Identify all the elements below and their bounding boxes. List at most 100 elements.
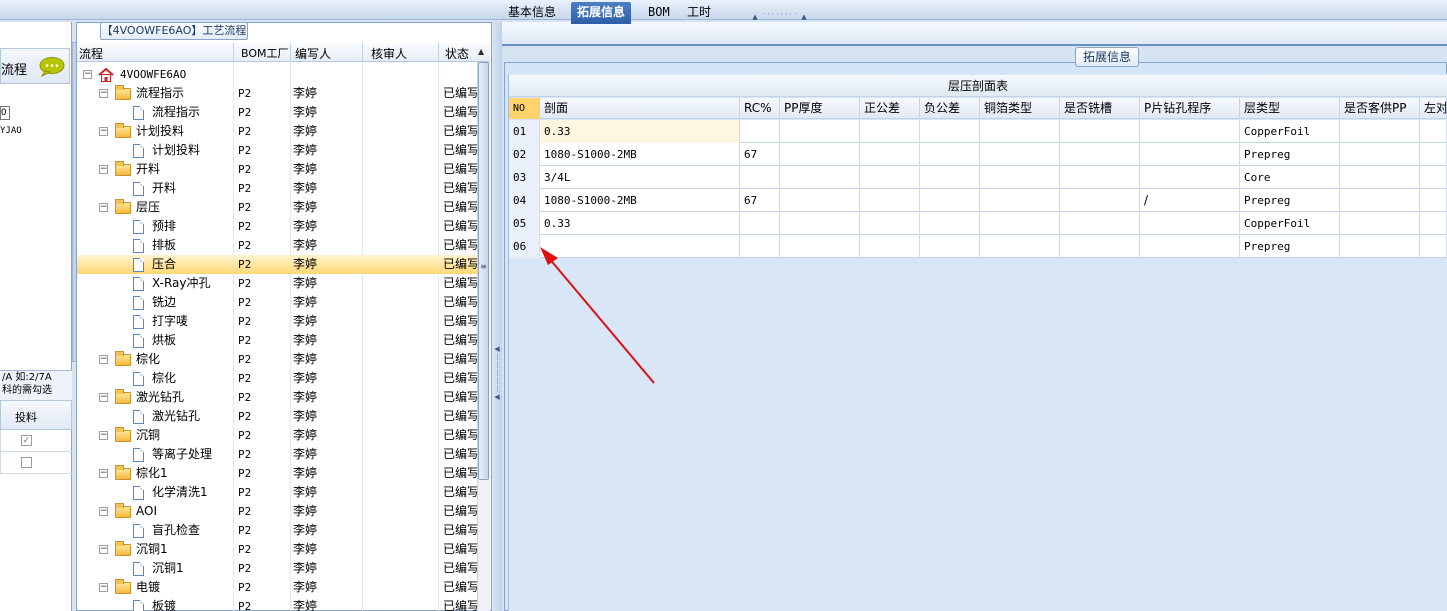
tree-row[interactable]: − 流程指示 P2 李婷 已编写	[77, 84, 477, 103]
grid-cell-rc[interactable]	[740, 212, 780, 235]
grid-cell-copper-type[interactable]	[980, 143, 1060, 166]
collapse-icon[interactable]: −	[99, 127, 108, 136]
tree-row[interactable]: 激光钻孔 P2 李婷 已编写	[77, 407, 477, 426]
collapse-icon[interactable]: −	[99, 89, 108, 98]
grid-header-pp-thickness[interactable]: PP厚度	[780, 98, 860, 119]
tree-row[interactable]: 开料 P2 李婷 已编写	[77, 179, 477, 198]
collapse-icon[interactable]: −	[83, 70, 92, 79]
grid-cell-drill-program[interactable]: /	[1140, 189, 1240, 212]
tree-row[interactable]: 化学清洗1 P2 李婷 已编写	[77, 483, 477, 502]
col-header-writer[interactable]: 编写人	[295, 45, 331, 62]
grid-cell-minus-tol[interactable]	[920, 235, 980, 258]
grid-cell-copper-type[interactable]	[980, 235, 1060, 258]
grid-cell-rc[interactable]: 67	[740, 143, 780, 166]
grid-cell-layer-type[interactable]: Prepreg	[1240, 143, 1340, 166]
grid-header-customer-pp[interactable]: 是否客供PP	[1340, 98, 1420, 119]
grid-cell-plus-tol[interactable]	[860, 120, 920, 143]
grid-row[interactable]: 06 Prepreg	[509, 235, 1447, 258]
grid-header-rc[interactable]: RC%	[740, 98, 780, 119]
grid-header-minus-tol[interactable]: 负公差	[920, 98, 980, 119]
tree-row[interactable]: − 激光钻孔 P2 李婷 已编写	[77, 388, 477, 407]
col-header-status[interactable]: 状态	[445, 45, 469, 62]
grid-cell-customer-pp[interactable]	[1340, 120, 1420, 143]
grid-cell-layer-type[interactable]: Core	[1240, 166, 1340, 189]
flow-tab[interactable]: 流程	[0, 48, 70, 84]
grid-cell-drill-program[interactable]	[1140, 235, 1240, 258]
grid-row[interactable]: 05 0.33 CopperFoil	[509, 212, 1447, 235]
grid-cell-left-align[interactable]	[1420, 212, 1447, 235]
tree-row[interactable]: − 电镀 P2 李婷 已编写	[77, 578, 477, 597]
grid-cell-customer-pp[interactable]	[1340, 143, 1420, 166]
grid-cell-pp-thickness[interactable]	[780, 166, 860, 189]
vertical-splitter[interactable]	[492, 22, 502, 611]
tree-row[interactable]: − 沉铜 P2 李婷 已编写	[77, 426, 477, 445]
grid-cell-pp-thickness[interactable]	[780, 143, 860, 166]
grid-cell-milling[interactable]	[1060, 212, 1140, 235]
grid-row[interactable]: 01 0.33 CopperFoil	[509, 120, 1447, 143]
collapse-icon[interactable]: −	[99, 545, 108, 554]
left-input-fragment[interactable]: O	[0, 106, 10, 120]
grid-cell-section[interactable]	[540, 235, 740, 258]
grid-cell-copper-type[interactable]	[980, 166, 1060, 189]
grid-header-section[interactable]: 剖面	[540, 98, 740, 119]
grid-cell-rc[interactable]	[740, 235, 780, 258]
grid-cell-copper-type[interactable]	[980, 120, 1060, 143]
grid-row[interactable]: 03 3/4L Core	[509, 166, 1447, 189]
grid-cell-section[interactable]: 0.33	[540, 120, 740, 143]
grid-cell-plus-tol[interactable]	[860, 235, 920, 258]
grid-cell-minus-tol[interactable]	[920, 189, 980, 212]
splitter-handle-icon[interactable]: ◀ ⋮ ⋮ ⋮ ⋮ ⋮ ◀	[494, 345, 501, 415]
grid-row[interactable]: 04 1080-S1000-2MB 67 /Prepreg	[509, 189, 1447, 212]
tree-row[interactable]: 流程指示 P2 李婷 已编写	[77, 103, 477, 122]
grid-cell-layer-type[interactable]: CopperFoil	[1240, 212, 1340, 235]
tree-row[interactable]: − 计划投料 P2 李婷 已编写	[77, 122, 477, 141]
grid-cell-customer-pp[interactable]	[1340, 212, 1420, 235]
grid-cell-left-align[interactable]	[1420, 143, 1447, 166]
tab-extended-info[interactable]: 拓展信息	[571, 2, 632, 24]
tree-row[interactable]: 预排 P2 李婷 已编写	[77, 217, 477, 236]
tree-row[interactable]: 打字唛 P2 李婷 已编写	[77, 312, 477, 331]
tree-row[interactable]: − 层压 P2 李婷 已编写	[77, 198, 477, 217]
tree-row[interactable]: 铣边 P2 李婷 已编写	[77, 293, 477, 312]
grid-cell-section[interactable]: 1080-S1000-2MB	[540, 189, 740, 212]
grid-cell-customer-pp[interactable]	[1340, 189, 1420, 212]
grid-cell-milling[interactable]	[1060, 143, 1140, 166]
feed-checkbox[interactable]: ✓	[21, 435, 32, 446]
grid-cell-layer-type[interactable]: Prepreg	[1240, 235, 1340, 258]
grid-cell-copper-type[interactable]	[980, 189, 1060, 212]
grid-header-copper-type[interactable]: 铜箔类型	[980, 98, 1060, 119]
grid-cell-plus-tol[interactable]	[860, 189, 920, 212]
collapse-icon[interactable]: −	[99, 583, 108, 592]
grid-cell-minus-tol[interactable]	[920, 120, 980, 143]
tree-row[interactable]: 烘板 P2 李婷 已编写	[77, 331, 477, 350]
grid-cell-customer-pp[interactable]	[1340, 166, 1420, 189]
grid-cell-left-align[interactable]	[1420, 189, 1447, 212]
grid-cell-minus-tol[interactable]	[920, 143, 980, 166]
col-header-factory[interactable]: BOM工厂	[241, 45, 289, 61]
grid-header-no[interactable]: NO	[509, 98, 540, 119]
sort-up-icon[interactable]: ▲	[478, 47, 484, 56]
tree-row[interactable]: 压合 P2 李婷 已编写	[77, 255, 477, 274]
grid-cell-layer-type[interactable]: CopperFoil	[1240, 120, 1340, 143]
tree-row[interactable]: 计划投料 P2 李婷 已编写	[77, 141, 477, 160]
grid-cell-minus-tol[interactable]	[920, 166, 980, 189]
grid-cell-pp-thickness[interactable]	[780, 212, 860, 235]
grid-cell-section[interactable]: 1080-S1000-2MB	[540, 143, 740, 166]
collapse-icon[interactable]: −	[99, 165, 108, 174]
feed-checkbox[interactable]	[21, 457, 32, 468]
grid-cell-pp-thickness[interactable]	[780, 235, 860, 258]
grid-cell-plus-tol[interactable]	[860, 166, 920, 189]
grid-cell-milling[interactable]	[1060, 120, 1140, 143]
chat-bubble-icon[interactable]	[39, 57, 65, 77]
grid-cell-milling[interactable]	[1060, 189, 1140, 212]
grid-cell-section[interactable]: 0.33	[540, 212, 740, 235]
grid-cell-plus-tol[interactable]	[860, 212, 920, 235]
tab-work-hours[interactable]: 工时	[681, 2, 717, 24]
grid-cell-rc[interactable]: 67	[740, 189, 780, 212]
grid-cell-customer-pp[interactable]	[1340, 235, 1420, 258]
tree-row[interactable]: 等离子处理 P2 李婷 已编写	[77, 445, 477, 464]
collapse-icon[interactable]: −	[99, 469, 108, 478]
tab-bom[interactable]: BOM	[642, 2, 676, 24]
grid-cell-layer-type[interactable]: Prepreg	[1240, 189, 1340, 212]
tree-row[interactable]: − AOI P2 李婷 已编写	[77, 502, 477, 521]
